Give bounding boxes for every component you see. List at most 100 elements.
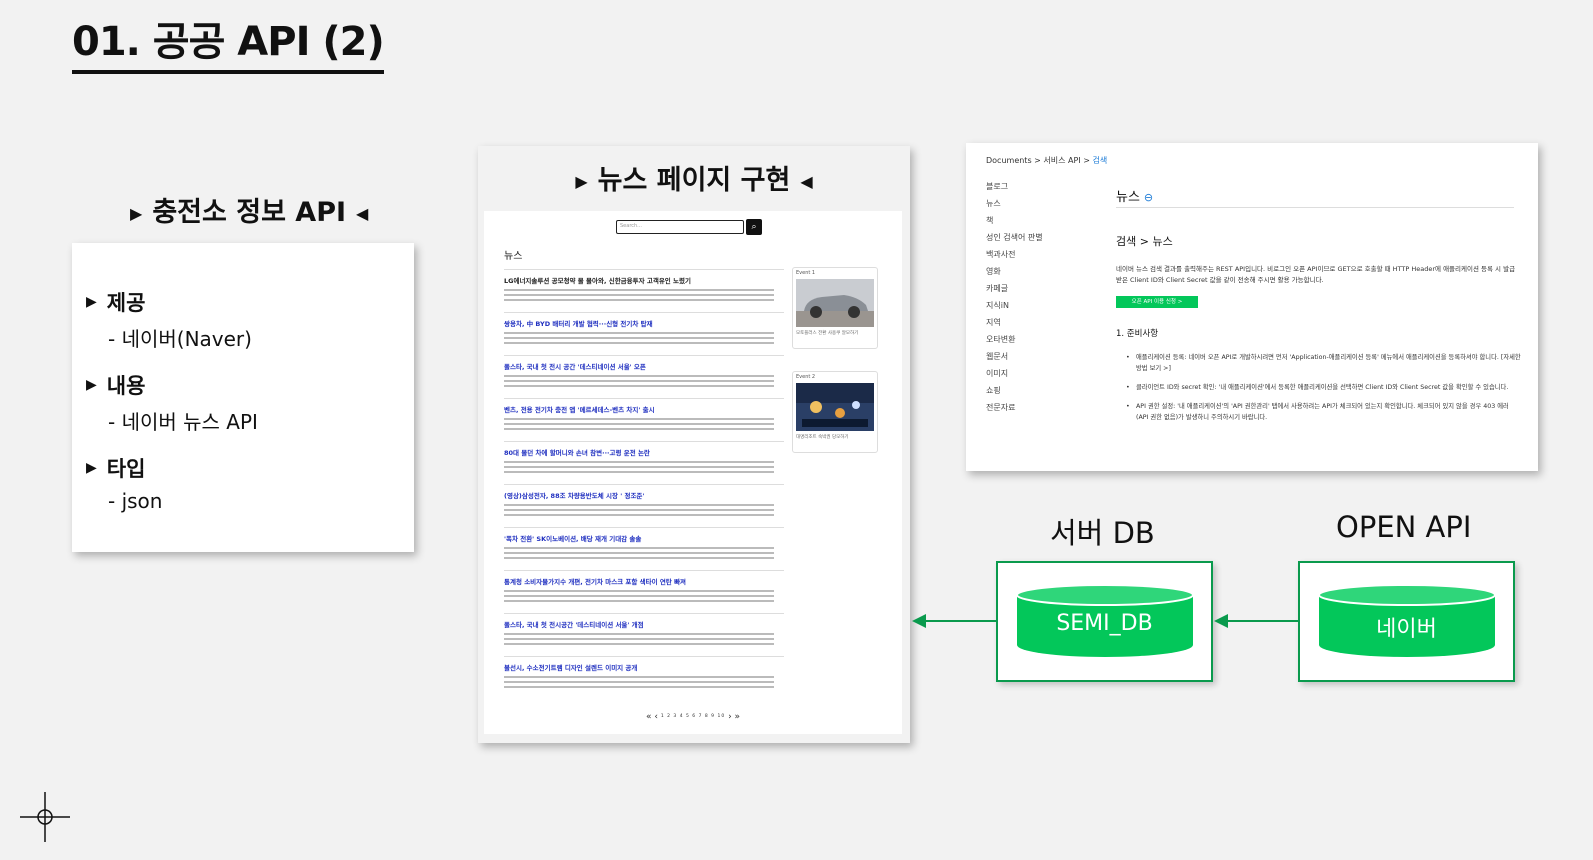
sidebar-item[interactable]: 웹문서 [986,351,1043,368]
news-title[interactable]: 통계청 소비자물가지수 개편, 전기차 마스크 포함 색타이 연탄 빠져 [504,576,784,586]
info-value: - json [108,489,163,513]
news-item[interactable]: 쌍용차, 中 BYD 배터리 개발 협력···신형 전기차 탑재 [504,312,784,355]
event-caption: 모토플러스 전환 사용쿠 알모하기 [796,331,859,336]
breadcrumb: Documents > 서비스 API > 검색 [986,156,1108,165]
breadcrumb-root[interactable]: Documents [986,156,1032,165]
divider [1116,207,1514,208]
sidebar-item[interactable]: 백과사전 [986,249,1043,266]
right-triangle-icon: ▶ [575,172,588,191]
prep-item: API 권한 설정: '내 애플리케이션'의 'API 권한관리' 탭에서 사용… [1126,401,1521,423]
search-button[interactable]: ⌕ [746,219,762,235]
news-title[interactable]: 벤츠, 전용 전기차 충전 앱 '메르세데스-벤츠 차지' 출시 [504,404,784,414]
news-page-screenshot: Search... ⌕ 뉴스 LG에너지솔루션 공모청약 몰 몰아와, 신한금융… [484,211,902,734]
news-item[interactable]: (영상)삼성전자, 88조 차량용반도체 시장 ' 정조준' [504,484,784,527]
event-label: Event 1 [796,270,816,276]
docs-intro: 네이버 뉴스 검색 결과를 출력해주는 REST API입니다. 비로그인 오픈… [1116,265,1516,284]
info-value: - 네이버 뉴스 API [108,410,258,434]
breadcrumb-mid[interactable]: 서비스 API [1043,156,1080,165]
news-title[interactable]: LG에너지솔루션 공모청약 몰 몰아와, 신한금융투자 고객유인 노렸기 [504,275,784,285]
event-label: Event 2 [796,374,816,380]
news-summary [504,418,774,432]
apply-api-button[interactable]: 오픈 API 이용 신청 > [1116,296,1198,308]
search-input[interactable]: Search... [616,220,744,234]
server-db-label: 서버 DB [1050,516,1155,550]
sidebar-item[interactable]: 뉴스 [986,198,1043,215]
sidebar-item[interactable]: 쇼핑 [986,385,1043,402]
news-item[interactable]: '폭차 전환' SK이노베이션, 배당 재개 기대감 솔솔 [504,527,784,570]
news-summary [504,547,774,561]
news-item[interactable]: 통계청 소비자물가지수 개편, 전기차 마스크 포함 색타이 연탄 빠져 [504,570,784,613]
sidebar-item[interactable]: 이미지 [986,368,1043,385]
news-summary [504,676,774,690]
news-summary [504,461,774,475]
arrow-to-news [924,620,997,622]
news-summary [504,590,774,604]
news-title[interactable]: 폴스타, 국내 첫 전시공간 '데스티네이션 서울' 개점 [504,619,784,629]
news-item[interactable]: 폴스타, 국내 첫 전시공간 '데스티네이션 서울' 개점 [504,613,784,656]
news-section-heading: ▶ 뉴스 페이지 구현 ◀ [478,158,910,197]
search-icon: ⌕ [751,222,757,232]
charger-section-heading: ▶ 충전소 정보 API ◀ [120,190,378,229]
info-value: - 네이버(Naver) [108,327,252,351]
server-db-name: SEMI_DB [1056,611,1153,636]
pagination: « ‹ 1 2 3 4 5 6 7 8 9 10 › » [484,712,902,722]
news-summary [504,289,774,303]
news-title[interactable]: '폭차 전환' SK이노베이션, 배당 재개 기대감 솔솔 [504,533,784,543]
news-item[interactable]: 벤츠, 전용 전기차 충전 앱 '메르세데스-벤츠 차지' 출시 [504,398,784,441]
page-numbers[interactable]: 1 2 3 4 5 6 7 8 9 10 [661,714,725,719]
sidebar-item[interactable]: 책 [986,215,1043,232]
open-api-label: OPEN API [1336,510,1472,544]
arrow-head-icon [912,614,926,628]
prep-item: 클라이언트 ID와 secret 확인: '내 애플리케이션'에서 등록한 애플… [1126,382,1521,393]
news-list: LG에너지솔루션 공모청약 몰 몰아와, 신한금융투자 고객유인 노렸기 쌍용차… [504,269,784,699]
prep-list: 애플리케이션 등록: 네이버 오픈 API로 개발하시려면 먼저 'Applic… [1126,352,1521,431]
last-page-button[interactable]: » [735,712,741,722]
docs-subtitle: 검색 > 뉴스 [1116,235,1173,248]
server-db-frame: SEMI_DB [996,561,1213,682]
docs-sidebar: 블로그 뉴스 책 성인 검색어 판별 백과사전 영화 카페글 지식iN 지역 오… [986,181,1043,419]
link-icon[interactable]: ⊖ [1144,191,1153,204]
next-page-button[interactable]: › [728,712,732,722]
news-title[interactable]: 폴스타, 국내 첫 전시 공간 '데스티네이션 서울' 오픈 [504,361,784,371]
breadcrumb-current[interactable]: 검색 [1093,156,1108,165]
sidebar-item[interactable]: 영화 [986,266,1043,283]
news-item[interactable]: 폴스타, 국내 첫 전시 공간 '데스티네이션 서울' 오픈 [504,355,784,398]
news-page-card: ▶ 뉴스 페이지 구현 ◀ Search... ⌕ 뉴스 LG에너지솔루션 공모청약… [478,146,910,743]
sidebar-item[interactable]: 전문자료 [986,402,1043,419]
news-title[interactable]: 80대 몰던 차에 할머니와 손녀 참변···고령 운전 논란 [504,447,784,457]
news-title[interactable]: (영상)삼성전자, 88조 차량용반도체 시장 ' 정조준' [504,490,784,500]
news-summary [504,375,774,389]
crosshair-icon [20,792,70,842]
first-page-button[interactable]: « [646,712,652,722]
arrow-head-icon [1214,614,1228,628]
right-triangle-icon: ▶ [130,204,143,223]
news-summary [504,332,774,346]
event-card-2[interactable]: Event 2 대명리조트 숙박권 당모하기 [792,371,878,453]
sidebar-item[interactable]: 지역 [986,317,1043,334]
sidebar-item[interactable]: 카페글 [986,283,1043,300]
resort-image [796,383,874,431]
info-label: 제공 [106,291,146,315]
info-item-type: ▶ 타입 - json [86,453,162,513]
news-title[interactable]: 쌍용차, 中 BYD 배터리 개발 협력···신형 전기차 탑재 [504,318,784,328]
sidebar-item[interactable]: 성인 검색어 판별 [986,232,1043,249]
prep-item: 애플리케이션 등록: 네이버 오픈 API로 개발하시려면 먼저 'Applic… [1126,352,1521,374]
open-api-db-name: 네이버 [1376,617,1437,642]
sidebar-item[interactable]: 오타변환 [986,334,1043,351]
event-card-1[interactable]: Event 1 모토플러스 전환 사용쿠 알모하기 [792,267,878,349]
sidebar-item[interactable]: 블로그 [986,181,1043,198]
sidebar-item[interactable]: 지식iN [986,300,1043,317]
car-image [796,279,874,327]
api-docs-card: Documents > 서비스 API > 검색 블로그 뉴스 책 성인 검색어… [966,143,1538,471]
left-triangle-icon: ◀ [356,204,369,223]
charger-heading-text: 충전소 정보 API [152,197,347,228]
news-item[interactable]: 볼선시, 수소전기트램 디자인 설렌드 이미지 공개 [504,656,784,699]
news-summary [504,633,774,647]
news-item[interactable]: 80대 몰던 차에 할머니와 손녀 참변···고령 운전 논란 [504,441,784,484]
prev-page-button[interactable]: ‹ [654,712,658,722]
docs-title-text: 뉴스 [1116,190,1140,205]
news-item[interactable]: LG에너지솔루션 공모청약 몰 몰아와, 신한금융투자 고객유인 노렸기 [504,269,784,312]
news-title[interactable]: 볼선시, 수소전기트램 디자인 설렌드 이미지 공개 [504,662,784,672]
page-title: 01. 공공 API (2) [72,16,385,74]
bullet-icon: ▶ [86,377,97,393]
